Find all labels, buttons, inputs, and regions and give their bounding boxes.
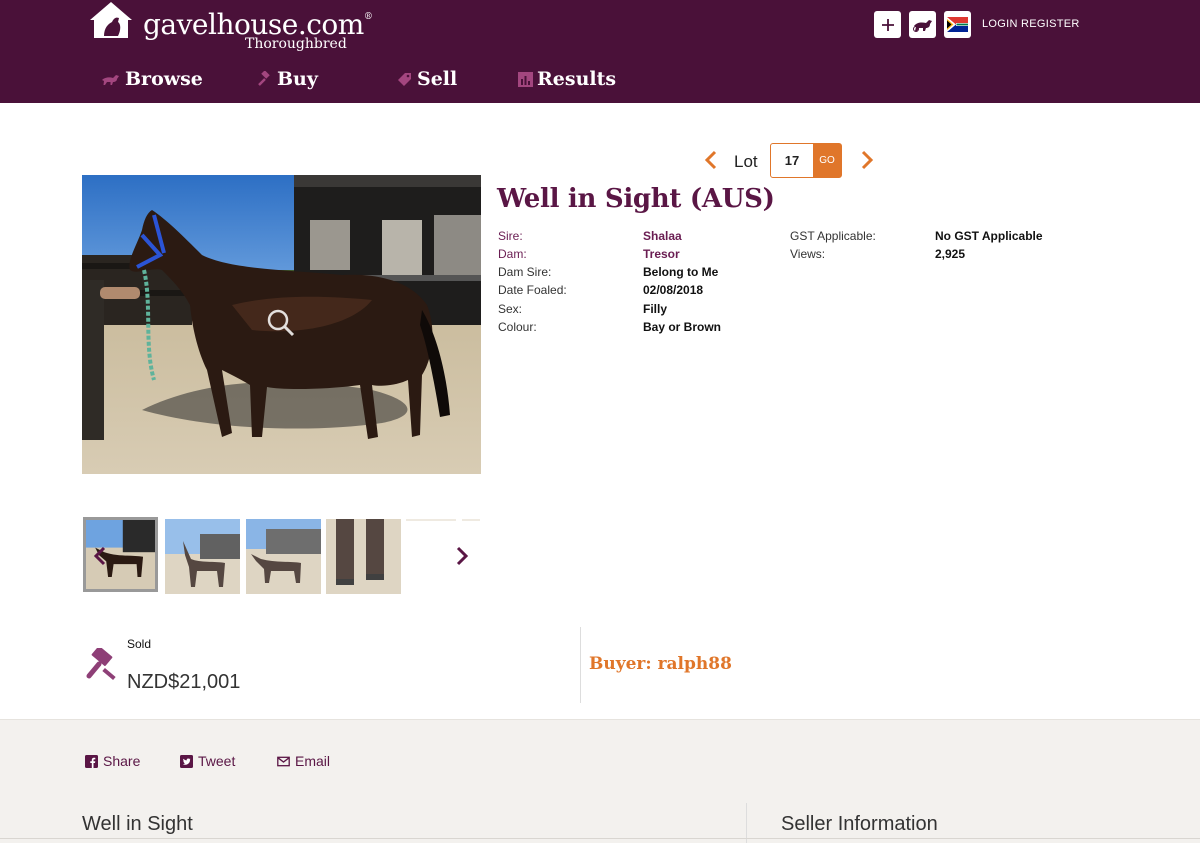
- gavel-icon: [86, 648, 116, 681]
- buyer-text: Buyer: ralph88: [589, 654, 732, 674]
- seller-info-heading: Seller Information: [781, 813, 938, 835]
- site-header: gavelhouse.com® Thoroughbred LOGIN REGIS…: [0, 0, 1200, 103]
- facebook-icon: [85, 754, 98, 768]
- horse-info-heading: Well in Sight: [82, 813, 193, 835]
- twitter-share-button[interactable]: Tweet: [180, 753, 235, 769]
- nav-browse-label: Browse: [125, 68, 203, 90]
- gst-value: No GST Applicable: [935, 229, 1043, 243]
- thumbnail-prev-chevron-icon[interactable]: [92, 545, 108, 567]
- dam-label: Dam:: [498, 247, 527, 261]
- facebook-share-button[interactable]: Share: [85, 753, 140, 769]
- nav-buy-label: Buy: [277, 68, 318, 90]
- lot-label: Lot: [734, 152, 758, 171]
- section-divider: [746, 803, 747, 843]
- house-logo-icon: [90, 2, 132, 38]
- dam-value-link[interactable]: Tresor: [643, 247, 680, 261]
- nav-buy[interactable]: Buy: [257, 66, 318, 92]
- nav-results-label: Results: [537, 68, 617, 90]
- colour-label: Colour:: [498, 320, 537, 334]
- email-share-label: Email: [295, 753, 331, 769]
- sex-value: Filly: [643, 302, 668, 316]
- photo-thumbnail-strip: [82, 517, 482, 595]
- thumbnail-4[interactable]: [326, 519, 401, 594]
- colour-value: Bay or Brown: [643, 320, 722, 334]
- nav-browse[interactable]: Browse: [101, 66, 203, 92]
- envelope-icon: [277, 755, 290, 768]
- thumbnail-2[interactable]: [165, 519, 240, 594]
- email-share-button[interactable]: Email: [277, 753, 330, 769]
- sire-value-link[interactable]: Shalaa: [643, 229, 682, 243]
- sale-divider: [580, 627, 581, 703]
- login-link[interactable]: LOGIN: [982, 18, 1018, 30]
- thumbnail-6[interactable]: [462, 519, 480, 521]
- twitter-icon: [180, 754, 193, 768]
- logo-subtitle: Thoroughbred: [245, 36, 347, 52]
- nav-results[interactable]: Results: [518, 66, 616, 92]
- bar-chart-icon: [518, 71, 533, 87]
- twitter-share-label: Tweet: [198, 753, 236, 769]
- date-foaled-value: 02/08/2018: [643, 283, 704, 297]
- views-value: 2,925: [935, 247, 966, 261]
- sex-label: Sex:: [498, 302, 523, 316]
- main-horse-photo[interactable]: [82, 175, 481, 474]
- header-icon-group: [874, 11, 971, 38]
- plus-icon[interactable]: [874, 11, 901, 38]
- tag-icon: [397, 71, 413, 87]
- nav-sell[interactable]: Sell: [397, 66, 457, 92]
- nav-sell-label: Sell: [417, 68, 458, 90]
- dam-sire-label: Dam Sire:: [498, 265, 552, 279]
- horse-title: Well in Sight (AUS): [497, 184, 775, 214]
- gavel-icon: [257, 71, 273, 87]
- thumbnail-3[interactable]: [246, 519, 321, 594]
- thumbnail-5[interactable]: [406, 519, 456, 521]
- sire-label: Sire:: [498, 229, 523, 243]
- register-link[interactable]: REGISTER: [1021, 18, 1080, 30]
- next-lot-chevron-icon[interactable]: [858, 149, 876, 171]
- lot-selector: GO: [770, 143, 842, 178]
- gst-label: GST Applicable:: [790, 229, 876, 243]
- thumbnail-next-chevron-icon[interactable]: [454, 545, 470, 567]
- facebook-share-label: Share: [103, 753, 141, 769]
- lot-go-button[interactable]: GO: [813, 144, 841, 177]
- lot-number-input[interactable]: [771, 144, 813, 177]
- previous-lot-chevron-icon[interactable]: [702, 149, 720, 171]
- bottom-rule: [0, 838, 1200, 839]
- views-label: Views:: [790, 247, 826, 261]
- sale-status: Sold: [127, 637, 152, 651]
- sale-price: NZD$21,001: [127, 671, 241, 693]
- dam-sire-value: Belong to Me: [643, 265, 719, 279]
- south-africa-flag-icon[interactable]: [944, 11, 971, 38]
- horse-icon: [101, 73, 121, 85]
- harness-horse-icon[interactable]: [909, 11, 936, 38]
- date-foaled-label: Date Foaled:: [498, 283, 567, 297]
- logo-registered-mark: ®: [363, 12, 373, 22]
